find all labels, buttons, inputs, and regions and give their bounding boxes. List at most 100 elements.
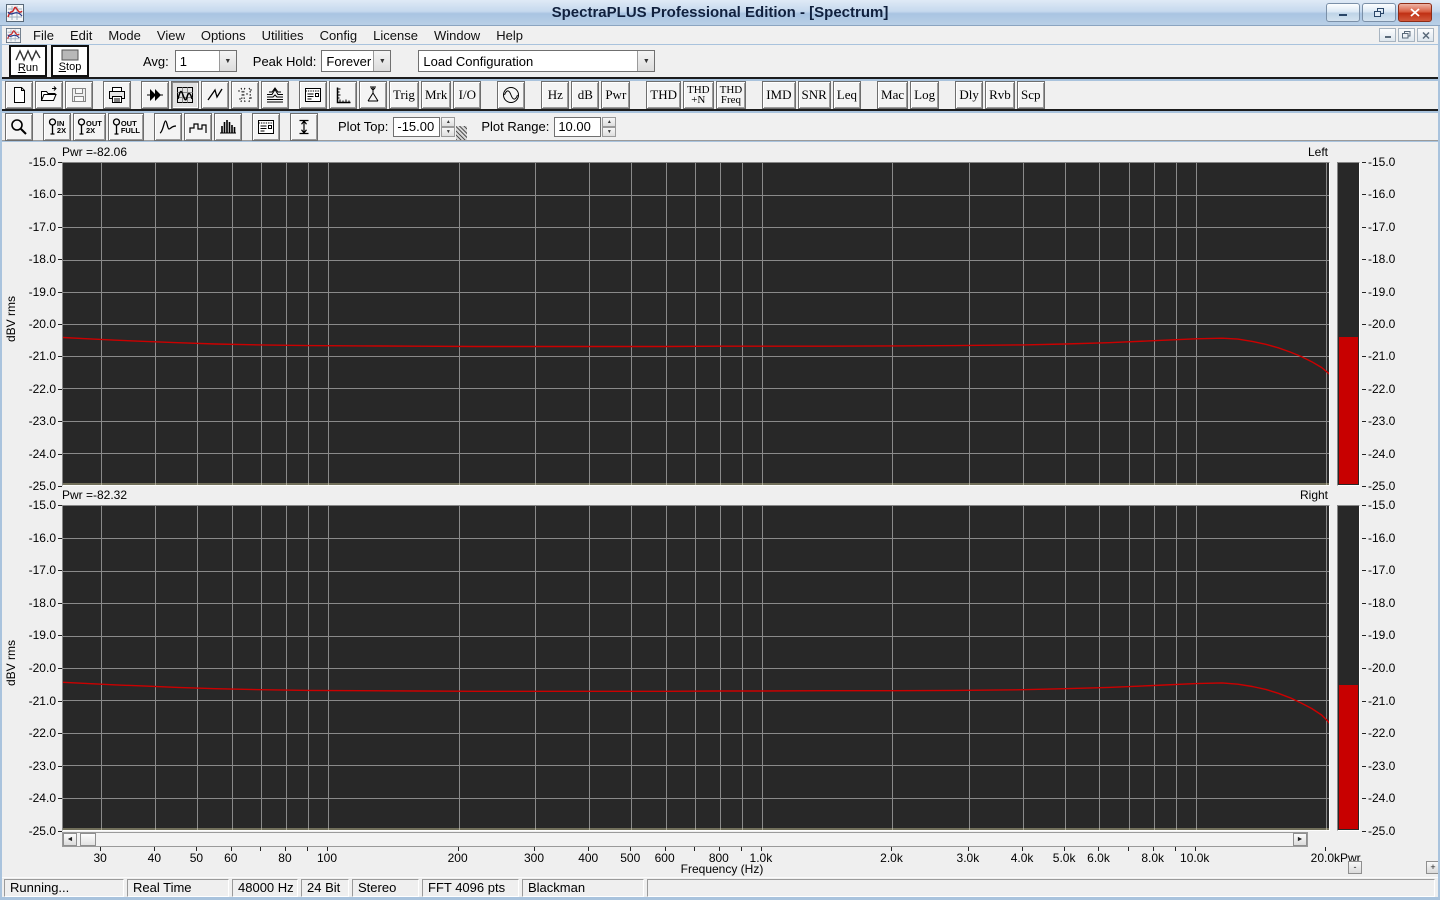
calibration-button[interactable] [359, 81, 387, 109]
plot-options-button[interactable] [252, 112, 281, 141]
save-button[interactable] [65, 81, 93, 109]
new-button[interactable] [5, 81, 33, 109]
logging-button[interactable]: Log [910, 81, 940, 109]
avg-select[interactable]: 1 ▼ [174, 50, 237, 72]
zoom-out-full-button[interactable]: OUT FULL [107, 112, 145, 141]
menu-item-edit[interactable]: Edit [62, 27, 100, 44]
menu-item-utilities[interactable]: Utilities [254, 27, 312, 44]
menu-item-license[interactable]: License [365, 27, 426, 44]
markers-button[interactable]: Mrk [420, 81, 452, 109]
y-tick-label: -15.0 [28, 498, 56, 512]
app-window: SpectraPLUS Professional Edition - [Spec… [0, 0, 1440, 900]
chevron-down-icon: ▼ [373, 51, 391, 71]
menu-item-mode[interactable]: Mode [100, 27, 149, 44]
scope-button[interactable]: Scp [1016, 81, 1045, 109]
meter-tick-mark [1362, 765, 1366, 767]
auto-range-button[interactable] [290, 112, 319, 141]
print-button[interactable] [103, 81, 131, 109]
spectrogram-view-button[interactable] [231, 81, 259, 109]
meter-tick-mark [1362, 194, 1366, 196]
peak-curve-icon [159, 119, 177, 134]
frequency-scrollbar[interactable]: ◄ ► [62, 832, 1308, 847]
menu-item-options[interactable]: Options [193, 27, 254, 44]
pane-expand-button[interactable]: + [1426, 861, 1438, 874]
restore-button[interactable] [1362, 3, 1396, 22]
scrollbar-thumb[interactable] [80, 833, 96, 846]
x-tick-label: 30 [93, 851, 107, 865]
spectrum-view-button[interactable] [171, 81, 199, 109]
meter-tick-mark [1362, 505, 1366, 506]
zoom-button[interactable] [5, 112, 33, 141]
y-tick-mark [58, 733, 62, 735]
surface-view-button[interactable] [261, 81, 289, 109]
spectrum-plot-left[interactable] [62, 162, 1330, 486]
y-tick-mark [58, 765, 62, 767]
signal-generator-button[interactable] [497, 81, 526, 109]
process-file-button[interactable] [141, 81, 169, 109]
load-configuration-select[interactable]: Load Configuration ▼ [418, 50, 656, 72]
delay-button[interactable]: Dly [955, 81, 984, 109]
menu-item-file[interactable]: File [25, 27, 62, 44]
minimize-button[interactable] [1326, 3, 1360, 22]
scroll-right-button[interactable]: ► [1293, 833, 1307, 846]
avg-value: 1 [179, 53, 188, 69]
pwr-units-button[interactable]: Pwr [601, 81, 631, 109]
zoom-toolbar: IN2X OUT2X OUTFULL Plot Top: ▲▼ Plot Ran… [2, 112, 1438, 141]
display-options-button[interactable] [299, 81, 327, 109]
meter-tick-mark [1362, 635, 1366, 637]
menu-item-view[interactable]: View [149, 27, 193, 44]
spectrum-plot-right[interactable] [62, 505, 1330, 831]
dly-label: Dly [959, 87, 979, 102]
spin-down-icon[interactable]: ▼ [441, 126, 456, 137]
mdi-close-button[interactable] [1417, 28, 1434, 42]
meter-tick-mark [1362, 486, 1366, 487]
scroll-left-button[interactable]: ◄ [63, 833, 77, 846]
scaling-button[interactable] [329, 81, 357, 109]
menu-item-window[interactable]: Window [426, 27, 488, 44]
thd-n-button[interactable]: THD +N [683, 81, 714, 109]
thd-freq-button[interactable]: THD Freq [715, 81, 747, 109]
thd-button[interactable]: THD [646, 81, 681, 109]
run-button[interactable]: Run [9, 45, 47, 77]
mdi-minimize-button[interactable] [1379, 28, 1396, 42]
meter-tick-label: -19.0 [1368, 628, 1396, 643]
trigger-button[interactable]: Trig [389, 81, 419, 109]
y-tick-mark [58, 570, 62, 572]
reverb-button[interactable]: Rvb [985, 81, 1015, 109]
spin-down-icon[interactable]: ▼ [602, 126, 617, 137]
hz-units-button[interactable]: Hz [541, 81, 570, 109]
stop-button[interactable]: Stop [51, 45, 89, 77]
db-units-button[interactable]: dB [571, 81, 600, 109]
y-tick-label: -17.0 [28, 219, 56, 234]
imd-button[interactable]: IMD [762, 81, 796, 109]
zoom-out-2x-button[interactable]: OUT 2X [73, 112, 106, 141]
macro-button[interactable]: Mac [877, 81, 909, 109]
resize-grip[interactable] [456, 126, 468, 140]
menu-item-config[interactable]: Config [312, 27, 366, 44]
menu-item-help[interactable]: Help [488, 27, 531, 44]
step-plot-style-button[interactable] [184, 112, 213, 141]
spin-up-icon[interactable]: ▲ [602, 116, 617, 127]
zoom-in-2x-button[interactable]: IN 2X [43, 112, 71, 141]
plot-range-input[interactable] [554, 116, 602, 137]
bar-plot-style-button[interactable] [214, 112, 243, 141]
leq-button[interactable]: Leq [832, 81, 862, 109]
mrk-label: Mrk [424, 87, 448, 102]
close-button[interactable] [1398, 3, 1432, 22]
peak-hold-select[interactable]: Forever ▼ [321, 50, 392, 72]
plot-top-input[interactable] [393, 116, 441, 137]
snr-button[interactable]: SNR [797, 81, 831, 109]
spin-up-icon[interactable]: ▲ [441, 116, 456, 127]
meter-tick-label: -15.0 [1368, 498, 1396, 512]
io-device-button[interactable]: I/O [453, 81, 482, 109]
line-plot-style-button[interactable] [154, 112, 183, 141]
plot-top-spinner[interactable]: ▲ ▼ [441, 116, 456, 137]
plot-range-spinner[interactable]: ▲ ▼ [602, 116, 617, 137]
thd-label: THD [650, 87, 677, 102]
time-series-view-button[interactable] [201, 81, 229, 109]
y-tick-mark [58, 162, 62, 163]
vertical-range-icon [299, 119, 309, 134]
mdi-child-icon[interactable] [6, 27, 21, 43]
mdi-restore-button[interactable] [1398, 28, 1415, 42]
open-button[interactable] [35, 81, 63, 109]
